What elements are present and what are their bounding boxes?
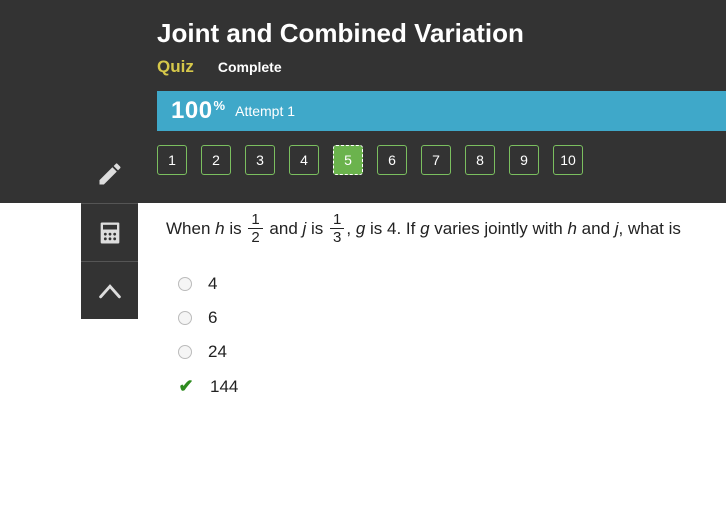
- pencil-icon: [96, 160, 124, 188]
- qnav-5[interactable]: 5: [333, 145, 363, 175]
- answer-option[interactable]: ✔ 144: [178, 376, 726, 397]
- score-percent: %: [214, 98, 226, 113]
- radio-icon: [178, 277, 192, 291]
- radio-icon: [178, 311, 192, 325]
- answer-label: 24: [208, 342, 227, 362]
- header: Joint and Combined Variation Quiz Comple…: [0, 0, 726, 77]
- qnav-6[interactable]: 6: [377, 145, 407, 175]
- qnav-9[interactable]: 9: [509, 145, 539, 175]
- answer-label: 6: [208, 308, 217, 328]
- answer-list: 4 6 24 ✔ 144: [178, 274, 726, 397]
- answer-label: 4: [208, 274, 217, 294]
- answer-label: 144: [210, 377, 238, 397]
- qnav-1[interactable]: 1: [157, 145, 187, 175]
- radio-icon: [178, 345, 192, 359]
- answer-option[interactable]: 4: [178, 274, 726, 294]
- calculator-icon: [96, 219, 124, 247]
- page-title: Joint and Combined Variation: [157, 18, 726, 49]
- answer-option[interactable]: 6: [178, 308, 726, 328]
- qnav-7[interactable]: 7: [421, 145, 451, 175]
- pencil-tool[interactable]: [81, 145, 138, 203]
- calculator-tool[interactable]: [81, 203, 138, 261]
- score-bar: 100% Attempt 1: [157, 91, 726, 131]
- compass-icon: [96, 277, 124, 305]
- quiz-label: Quiz: [157, 57, 194, 77]
- question-text: When h is 12 and j is 13, g is 4. If g v…: [166, 213, 726, 246]
- tool-sidebar: [81, 145, 138, 319]
- check-icon: ✔: [178, 376, 194, 397]
- attempt-label: Attempt 1: [235, 103, 295, 119]
- status-label: Complete: [218, 59, 282, 75]
- question-nav: 1 2 3 4 5 6 7 8 9 10: [81, 131, 726, 189]
- score-value: 100: [171, 97, 213, 125]
- question-content: When h is 12 and j is 13, g is 4. If g v…: [138, 189, 726, 397]
- qnav-10[interactable]: 10: [553, 145, 583, 175]
- compass-tool[interactable]: [81, 261, 138, 319]
- qnav-2[interactable]: 2: [201, 145, 231, 175]
- answer-option[interactable]: 24: [178, 342, 726, 362]
- qnav-3[interactable]: 3: [245, 145, 275, 175]
- qnav-8[interactable]: 8: [465, 145, 495, 175]
- qnav-4[interactable]: 4: [289, 145, 319, 175]
